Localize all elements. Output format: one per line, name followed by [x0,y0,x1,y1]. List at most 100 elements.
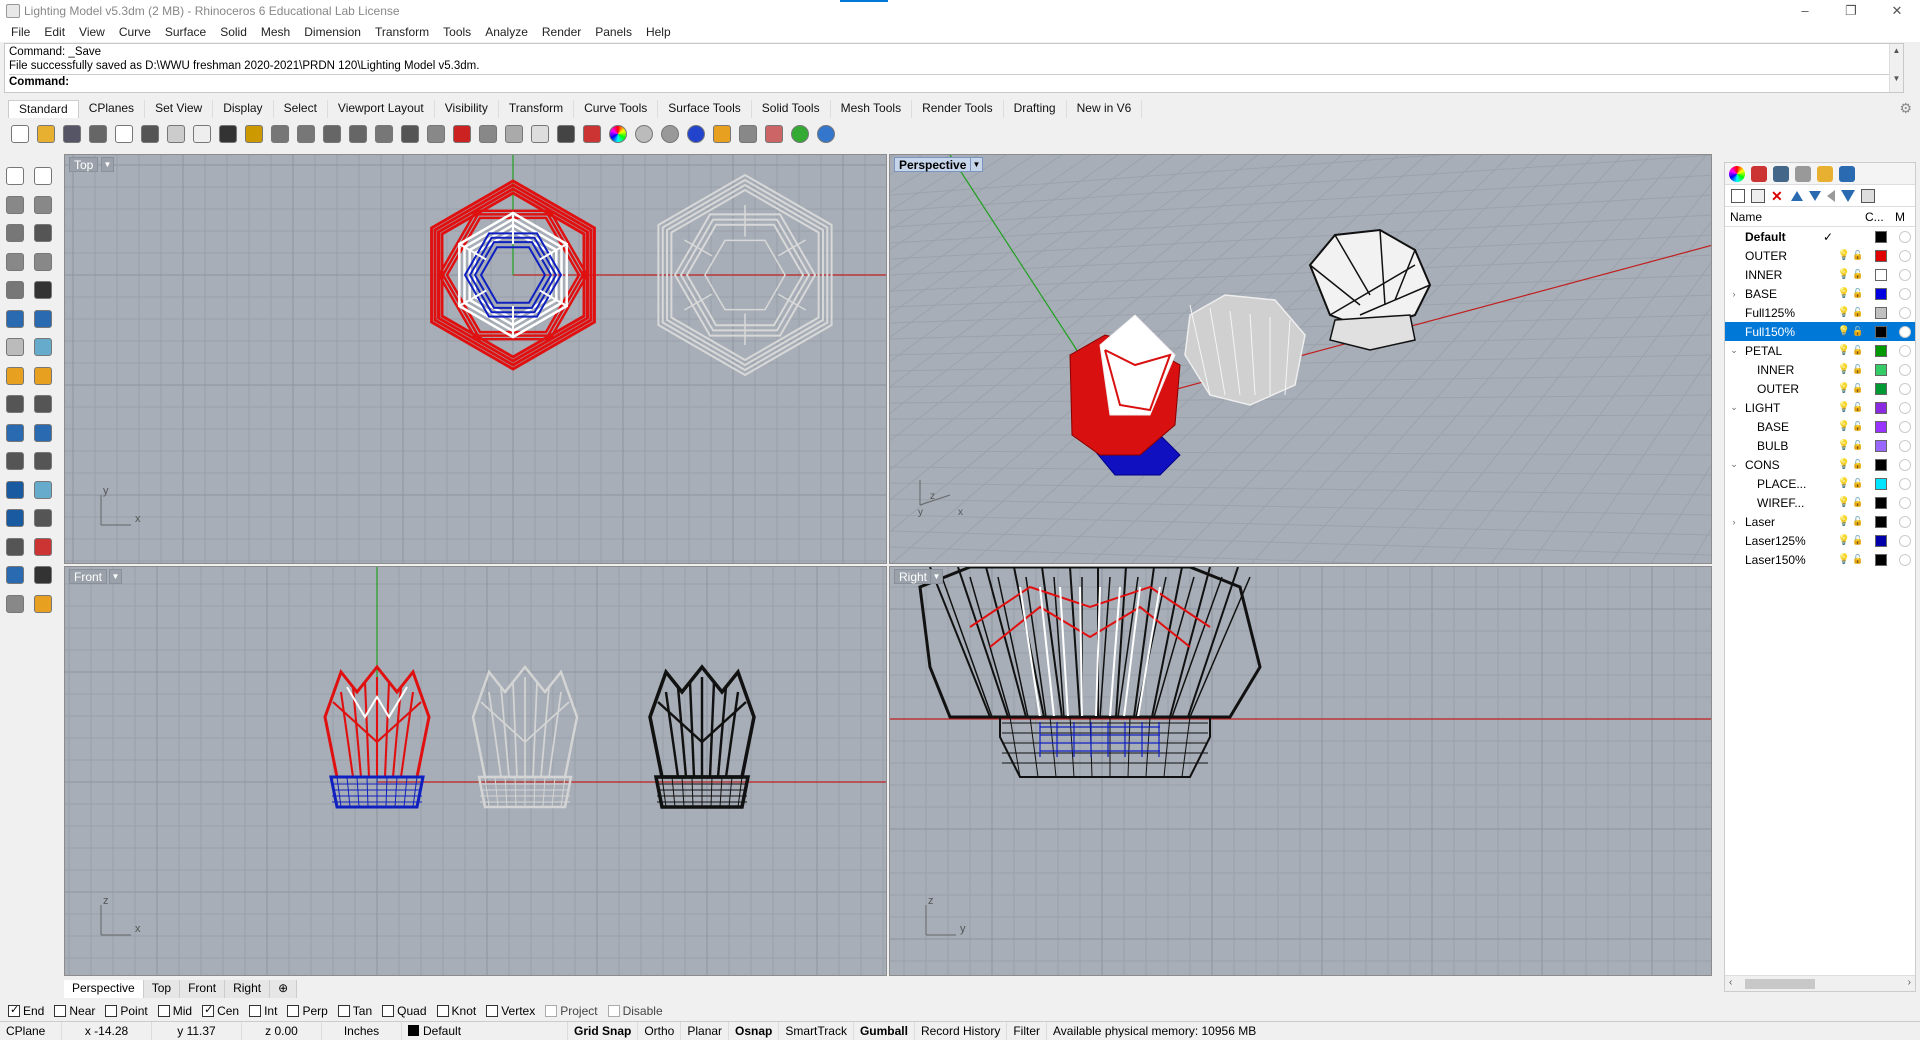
viewport-front[interactable]: Front ▼ z x [64,566,887,976]
cplane-axes-icon[interactable] [762,122,786,146]
new-layer-icon[interactable] [1731,188,1745,203]
move-down-icon[interactable] [1809,190,1821,201]
units-indicator[interactable]: Inches [322,1021,402,1040]
bulb-icon[interactable]: 💡 [1837,307,1851,318]
menu-surface[interactable]: Surface [158,25,213,39]
lock-icon[interactable]: 🔓 [1851,516,1865,527]
material-icon[interactable] [1899,553,1911,566]
checkbox[interactable] [249,1005,262,1017]
layer-color-swatch[interactable] [1875,287,1887,300]
align-icon[interactable] [30,392,56,416]
layer-name[interactable]: Full150% [1739,325,1833,339]
bulb-icon[interactable]: 💡 [1837,402,1851,413]
toolbar-tab-curve-tools[interactable]: Curve Tools [574,100,659,118]
curve-from-object-icon[interactable] [30,535,56,559]
properties-icon[interactable] [1773,165,1789,182]
lock-icon[interactable]: 🔓 [1851,383,1865,394]
bulb-icon[interactable]: 💡 [1837,554,1851,565]
lock-icon[interactable]: 🔓 [1851,307,1865,318]
viewport-title-perspective[interactable]: Perspective [894,157,972,172]
array-icon[interactable] [2,535,28,559]
lock-icon[interactable]: 🔓 [1851,478,1865,489]
chevron-down-icon[interactable]: ▼ [101,157,114,172]
boolean-icon[interactable] [2,421,28,445]
expand-icon[interactable]: › [1729,517,1739,527]
polygon-icon[interactable] [2,250,28,274]
layer-color-swatch[interactable] [1875,268,1887,281]
osnap-near[interactable]: Near [54,1004,95,1018]
move-up-icon[interactable] [1791,190,1803,201]
layer-name[interactable]: Laser [1739,515,1833,529]
filter-toggle[interactable]: Filter [1007,1021,1047,1040]
layer-color-swatch[interactable] [1875,496,1887,509]
record-history-toggle[interactable]: Record History [915,1021,1008,1040]
car-icon[interactable] [450,122,474,146]
grid-snap-toggle[interactable]: Grid Snap [568,1021,639,1040]
layer-row[interactable]: BASE 💡 🔓 [1725,417,1915,436]
material-icon[interactable] [1899,382,1911,395]
panel-scrollbar[interactable]: ‹ › [1725,975,1915,991]
layer-row[interactable]: INNER 💡 🔓 [1725,265,1915,284]
layer-row[interactable]: Full125% 💡 🔓 [1725,303,1915,322]
layer-color-swatch[interactable] [1875,382,1887,395]
rotate-view-icon[interactable] [398,122,422,146]
circle-icon[interactable] [2,221,28,245]
expand-icon[interactable]: › [1729,289,1739,299]
check-icon[interactable] [30,563,56,587]
bulb-icon[interactable]: 💡 [1837,421,1851,432]
curve-icon[interactable] [30,193,56,217]
material-icon[interactable] [1899,249,1911,262]
zoom-extents-icon[interactable] [346,122,370,146]
layer-name[interactable]: INNER [1739,268,1833,282]
viewport-title-right[interactable]: Right [894,569,933,584]
layer-color-swatch[interactable] [1875,439,1887,452]
layer-color-swatch[interactable] [1875,306,1887,319]
delete-icon[interactable]: ✕ [1771,189,1785,203]
checkbox[interactable] [436,1005,449,1017]
sphere-blue-icon[interactable] [684,122,708,146]
osnap-mid[interactable]: Mid [157,1004,192,1018]
layer-row[interactable]: INNER 💡 🔓 [1725,360,1915,379]
material-icon[interactable] [1899,534,1911,547]
viewport-tab-top[interactable]: Top [143,980,181,998]
layer-row[interactable]: ⌄ PETAL 💡 🔓 [1725,341,1915,360]
toolbar-tab-render-tools[interactable]: Render Tools [912,100,1004,118]
minimize-button[interactable]: – [1782,0,1828,22]
expand-icon[interactable]: ⌄ [1729,459,1739,470]
menu-mesh[interactable]: Mesh [254,25,297,39]
bulb-icon[interactable]: 💡 [1837,535,1851,546]
chevron-down-icon[interactable]: ▼ [109,569,122,584]
new-icon[interactable] [8,122,32,146]
menu-panels[interactable]: Panels [588,25,639,39]
layer-row[interactable]: › Laser 💡 🔓 [1725,512,1915,531]
layer-name[interactable]: Laser150% [1739,553,1833,567]
layer-row[interactable]: Laser150% 💡 🔓 [1725,550,1915,569]
layer-row[interactable]: BULB 💡 🔓 [1725,436,1915,455]
command-prompt[interactable]: Command: [9,74,1899,89]
bulb-icon[interactable]: 💡 [1837,326,1851,337]
surface-icon[interactable] [30,335,56,359]
menu-analyze[interactable]: Analyze [478,25,535,39]
toolbar-tab-visibility[interactable]: Visibility [435,100,499,118]
menu-solid[interactable]: Solid [213,25,254,39]
lock-icon[interactable]: 🔓 [1851,326,1865,337]
restore-button[interactable]: ❐ [1828,0,1874,22]
layer-row[interactable]: Laser125% 💡 🔓 [1725,531,1915,550]
point-icon[interactable] [30,164,56,188]
layer-color-swatch[interactable] [1875,325,1887,338]
bulb-icon[interactable]: 💡 [1837,269,1851,280]
bulb-icon[interactable]: 💡 [1837,383,1851,394]
bulb-icon[interactable]: 💡 [1837,364,1851,375]
viewport-tab-perspective[interactable]: Perspective [64,980,144,998]
material-icon[interactable] [1899,363,1911,376]
layer-name[interactable]: Laser125% [1739,534,1833,548]
render-icon[interactable] [580,122,604,146]
name-column-header[interactable]: Name [1725,210,1865,224]
layer-color-swatch[interactable] [1875,363,1887,376]
material-icon[interactable] [1899,344,1911,357]
material-icon[interactable] [1899,496,1911,509]
material-icon[interactable] [1899,306,1911,319]
layer-name[interactable]: Full125% [1739,306,1833,320]
scale-icon[interactable] [30,449,56,473]
bulb-icon[interactable]: 💡 [1837,497,1851,508]
